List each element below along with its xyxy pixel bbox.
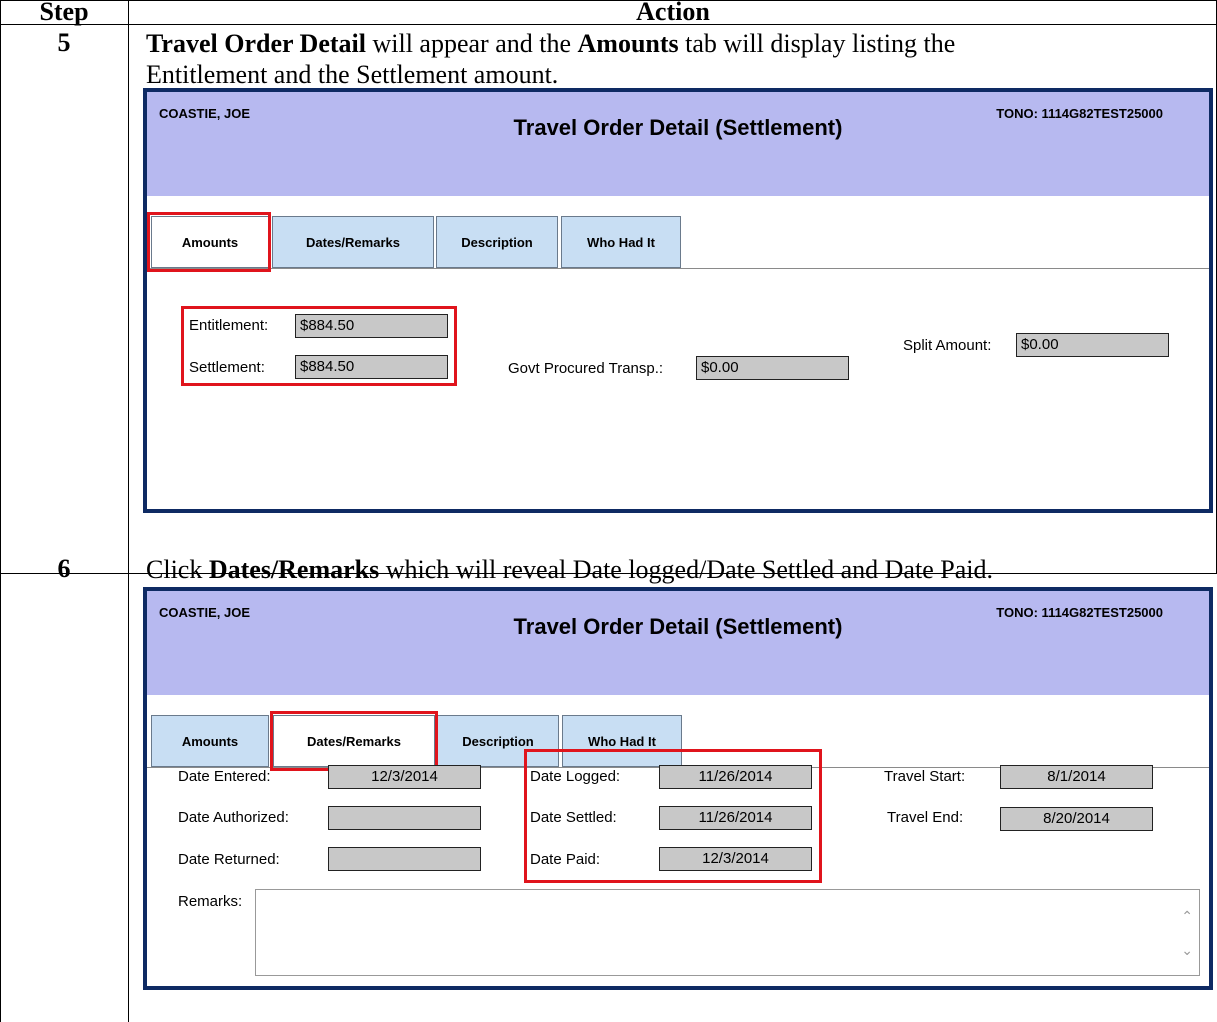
instruction-bold: Dates/Remarks xyxy=(208,555,380,584)
tono-label: TONO: 1114G82TEST25000 xyxy=(996,605,1163,620)
travel-start-field: 8/1/2014 xyxy=(1000,765,1153,789)
date-authorized-label: Date Authorized: xyxy=(178,809,289,826)
header-action: Action xyxy=(636,0,710,26)
instruction-text: tab will display listing the xyxy=(678,29,956,58)
travel-start-label: Travel Start: xyxy=(884,768,966,785)
tab-dates-remarks[interactable]: Dates/Remarks xyxy=(272,216,434,268)
remarks-textarea[interactable]: ⌃ ⌄ xyxy=(255,889,1200,976)
instruction-bold: Amounts xyxy=(577,29,679,58)
title-bar: COASTIE, JOE Travel Order Detail (Settle… xyxy=(147,92,1209,196)
date-authorized-field xyxy=(328,806,481,830)
tab-amounts[interactable]: Amounts xyxy=(151,715,269,767)
travel-end-field: 8/20/2014 xyxy=(1000,807,1153,831)
table-column-divider xyxy=(128,0,129,1022)
step-number: 5 xyxy=(57,28,71,57)
scroll-down-icon[interactable]: ⌄ xyxy=(1181,942,1193,959)
screenshot-amounts: COASTIE, JOE Travel Order Detail (Settle… xyxy=(143,88,1213,513)
instruction-text: will appear and the xyxy=(365,29,578,58)
highlight-amounts-tab xyxy=(147,212,271,272)
tab-divider xyxy=(147,268,1209,269)
instruction-text: Click xyxy=(146,555,209,584)
step-instruction: Travel Order Detail will appear and the … xyxy=(146,28,955,60)
instruction-text: which will reveal Date logged/Date Settl… xyxy=(379,555,993,584)
split-amount-label: Split Amount: xyxy=(903,337,992,354)
table-border-left xyxy=(0,0,1,1022)
date-entered-field: 12/3/2014 xyxy=(328,765,481,789)
highlight-dates xyxy=(524,749,822,883)
split-amount-field: $0.00 xyxy=(1016,333,1169,357)
govt-procured-label: Govt Procured Transp.: xyxy=(508,360,664,377)
date-entered-label: Date Entered: xyxy=(178,768,271,785)
instruction-bold: Travel Order Detail xyxy=(146,29,366,58)
date-returned-label: Date Returned: xyxy=(178,851,280,868)
tab-description[interactable]: Description xyxy=(436,216,558,268)
govt-procured-field: $0.00 xyxy=(696,356,849,380)
header-step: Step xyxy=(39,0,89,26)
instruction-table: Step Action 5 Travel Order Detail will a… xyxy=(0,0,1217,1022)
tono-label: TONO: 1114G82TEST25000 xyxy=(996,106,1163,121)
remarks-label: Remarks: xyxy=(178,893,243,910)
travel-end-label: Travel End: xyxy=(887,809,964,826)
step-instruction-line2: Entitlement and the Settlement amount. xyxy=(146,60,559,89)
date-returned-field xyxy=(328,847,481,871)
highlight-dates-remarks-tab xyxy=(270,711,438,771)
tab-who-had-it[interactable]: Who Had It xyxy=(561,216,681,268)
screenshot-dates-remarks: COASTIE, JOE Travel Order Detail (Settle… xyxy=(143,587,1213,990)
step-instruction: Click Dates/Remarks which will reveal Da… xyxy=(146,554,993,586)
title-bar: COASTIE, JOE Travel Order Detail (Settle… xyxy=(147,591,1209,695)
scroll-up-icon[interactable]: ⌃ xyxy=(1181,908,1193,925)
step-number: 6 xyxy=(57,554,71,583)
highlight-amounts xyxy=(181,306,457,386)
